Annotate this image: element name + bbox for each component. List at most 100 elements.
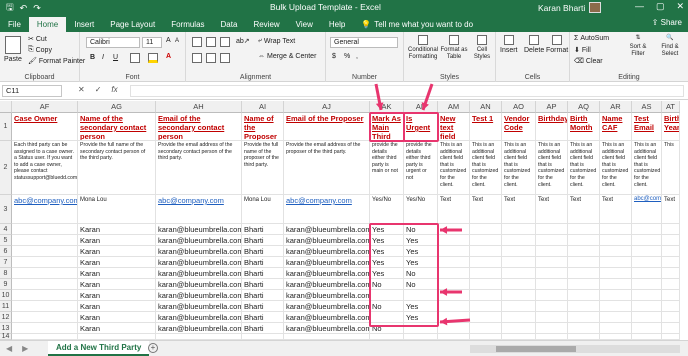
sample-cell-aj[interactable]: abc@company.com <box>284 195 370 224</box>
cell-ap-10[interactable] <box>536 290 568 301</box>
cell-ar-9[interactable] <box>600 279 632 290</box>
cell-ai-7[interactable]: Bharti <box>242 257 284 268</box>
cell-am-9[interactable] <box>438 279 470 290</box>
cell-ao-13[interactable] <box>502 323 536 334</box>
column-header-am[interactable]: AM <box>438 101 470 113</box>
column-header-an[interactable]: AN <box>470 101 502 113</box>
header-cell-an[interactable]: Test 1 <box>470 113 502 141</box>
cell-aj-8[interactable]: karan@blueumbrella.com <box>284 268 370 279</box>
wrap-text-button[interactable]: ⤶ Wrap Text <box>258 37 295 45</box>
column-header-ao[interactable]: AO <box>502 101 536 113</box>
cell-ar-12[interactable] <box>600 312 632 323</box>
clear-button[interactable]: ⌫ Clear <box>574 57 603 66</box>
align-top-button[interactable] <box>192 37 202 47</box>
align-right-button[interactable] <box>220 53 230 63</box>
cell-aj-5[interactable]: karan@blueumbrella.com <box>284 235 370 246</box>
header-cell-as[interactable]: Test Email <box>632 113 662 141</box>
formula-input[interactable] <box>130 85 684 97</box>
cell-af-7[interactable] <box>12 257 78 268</box>
cell-ah-6[interactable]: karan@blueumbrella.com <box>156 246 242 257</box>
conditional-formatting-button[interactable]: Conditional Formatting <box>408 35 438 61</box>
format-cells-button[interactable]: Format <box>546 35 568 54</box>
description-cell-ap[interactable]: This is an additional client field that … <box>536 141 568 195</box>
italic-button[interactable]: I <box>102 54 104 61</box>
tab-view[interactable]: View <box>288 17 321 32</box>
cell-am-11[interactable] <box>438 301 470 312</box>
tab-formulas[interactable]: Formulas <box>163 17 212 32</box>
fill-button[interactable]: ⬇ Fill <box>574 46 591 55</box>
column-header-af[interactable]: AF <box>12 101 78 113</box>
description-cell-ao[interactable]: This is an additional client field that … <box>502 141 536 195</box>
tab-file[interactable]: File <box>0 17 29 32</box>
sample-cell-ap[interactable]: Text <box>536 195 568 224</box>
cell-ao-10[interactable] <box>502 290 536 301</box>
cell-ao-11[interactable] <box>502 301 536 312</box>
cell-ao-4[interactable] <box>502 224 536 235</box>
cell-at-8[interactable] <box>662 268 680 279</box>
sample-cell-aq[interactable]: Text <box>568 195 600 224</box>
cell-at-12[interactable] <box>662 312 680 323</box>
cell-ap-5[interactable] <box>536 235 568 246</box>
row-header-1[interactable]: 1 <box>0 113 12 141</box>
row-header-10[interactable]: 10 <box>0 290 12 301</box>
share-button[interactable]: ⇪ Share <box>652 18 682 27</box>
cell-ar-13[interactable] <box>600 323 632 334</box>
description-cell-an[interactable]: This is an additional client field that … <box>470 141 502 195</box>
cell-ao-6[interactable] <box>502 246 536 257</box>
cell-ah-12[interactable]: karan@blueumbrella.com <box>156 312 242 323</box>
cell-ar-5[interactable] <box>600 235 632 246</box>
tab-insert[interactable]: Insert <box>66 17 102 32</box>
column-header-ah[interactable]: AH <box>156 101 242 113</box>
save-icon[interactable]: 🖫 <box>6 0 14 16</box>
cell-aq-5[interactable] <box>568 235 600 246</box>
cell-at-5[interactable] <box>662 235 680 246</box>
insert-cells-button[interactable]: Insert <box>500 35 518 54</box>
currency-button[interactable]: $ <box>332 53 336 60</box>
cell-as-12[interactable] <box>632 312 662 323</box>
cell-ai-11[interactable]: Bharti <box>242 301 284 312</box>
cell-aj-6[interactable]: karan@blueumbrella.com <box>284 246 370 257</box>
cell-an-10[interactable] <box>470 290 502 301</box>
align-middle-button[interactable] <box>206 37 216 47</box>
header-cell-aq[interactable]: Birth Month <box>568 113 600 141</box>
description-cell-af[interactable]: Each third party can be assigned to a ca… <box>12 141 78 195</box>
number-format-select[interactable]: General <box>330 37 398 48</box>
cell-as-8[interactable] <box>632 268 662 279</box>
font-color-button[interactable]: A <box>166 53 171 60</box>
cell-ar-6[interactable] <box>600 246 632 257</box>
sample-cell-ar[interactable]: Text <box>600 195 632 224</box>
copy-button[interactable]: ⎘ Copy <box>28 46 52 54</box>
cell-ar-7[interactable] <box>600 257 632 268</box>
cell-ai-13[interactable]: Bharti <box>242 323 284 334</box>
cell-at-11[interactable] <box>662 301 680 312</box>
description-cell-ar[interactable]: This is an additional client field that … <box>600 141 632 195</box>
cell-ag-12[interactable]: Karan <box>78 312 156 323</box>
tab-help[interactable]: Help <box>321 17 353 32</box>
row-header-7[interactable]: 7 <box>0 257 12 268</box>
sheet-tab-add-third-party[interactable]: Add a New Third Party <box>48 341 150 356</box>
merge-center-button[interactable]: ⇔ Merge & Center <box>258 53 316 60</box>
cell-ah-13[interactable]: karan@blueumbrella.com <box>156 323 242 334</box>
cell-at-7[interactable] <box>662 257 680 268</box>
cell-ar-4[interactable] <box>600 224 632 235</box>
tab-page-layout[interactable]: Page Layout <box>102 17 163 32</box>
description-cell-al[interactable]: provide the details either third party i… <box>404 141 438 195</box>
cell-aj-11[interactable]: karan@blueumbrella.com <box>284 301 370 312</box>
cell-ah-8[interactable]: karan@blueumbrella.com <box>156 268 242 279</box>
bold-button[interactable]: B <box>90 54 95 61</box>
cut-button[interactable]: ✂ Cut <box>28 35 47 44</box>
cell-af-9[interactable] <box>12 279 78 290</box>
name-box[interactable]: C11 <box>2 85 62 97</box>
cell-am-7[interactable] <box>438 257 470 268</box>
cell-ai-6[interactable]: Bharti <box>242 246 284 257</box>
row-header-8[interactable]: 8 <box>0 268 12 279</box>
header-cell-af[interactable]: Case Owner <box>12 113 78 141</box>
cell-an-8[interactable] <box>470 268 502 279</box>
cell-as-11[interactable] <box>632 301 662 312</box>
row-header-12[interactable]: 12 <box>0 312 12 323</box>
header-cell-at[interactable]: Birth Year <box>662 113 680 141</box>
column-header-aq[interactable]: AQ <box>568 101 600 113</box>
cell-ah-10[interactable]: karan@blueumbrella.com <box>156 290 242 301</box>
grow-font-button[interactable]: A <box>166 37 171 44</box>
header-cell-ao[interactable]: Vendor Code <box>502 113 536 141</box>
